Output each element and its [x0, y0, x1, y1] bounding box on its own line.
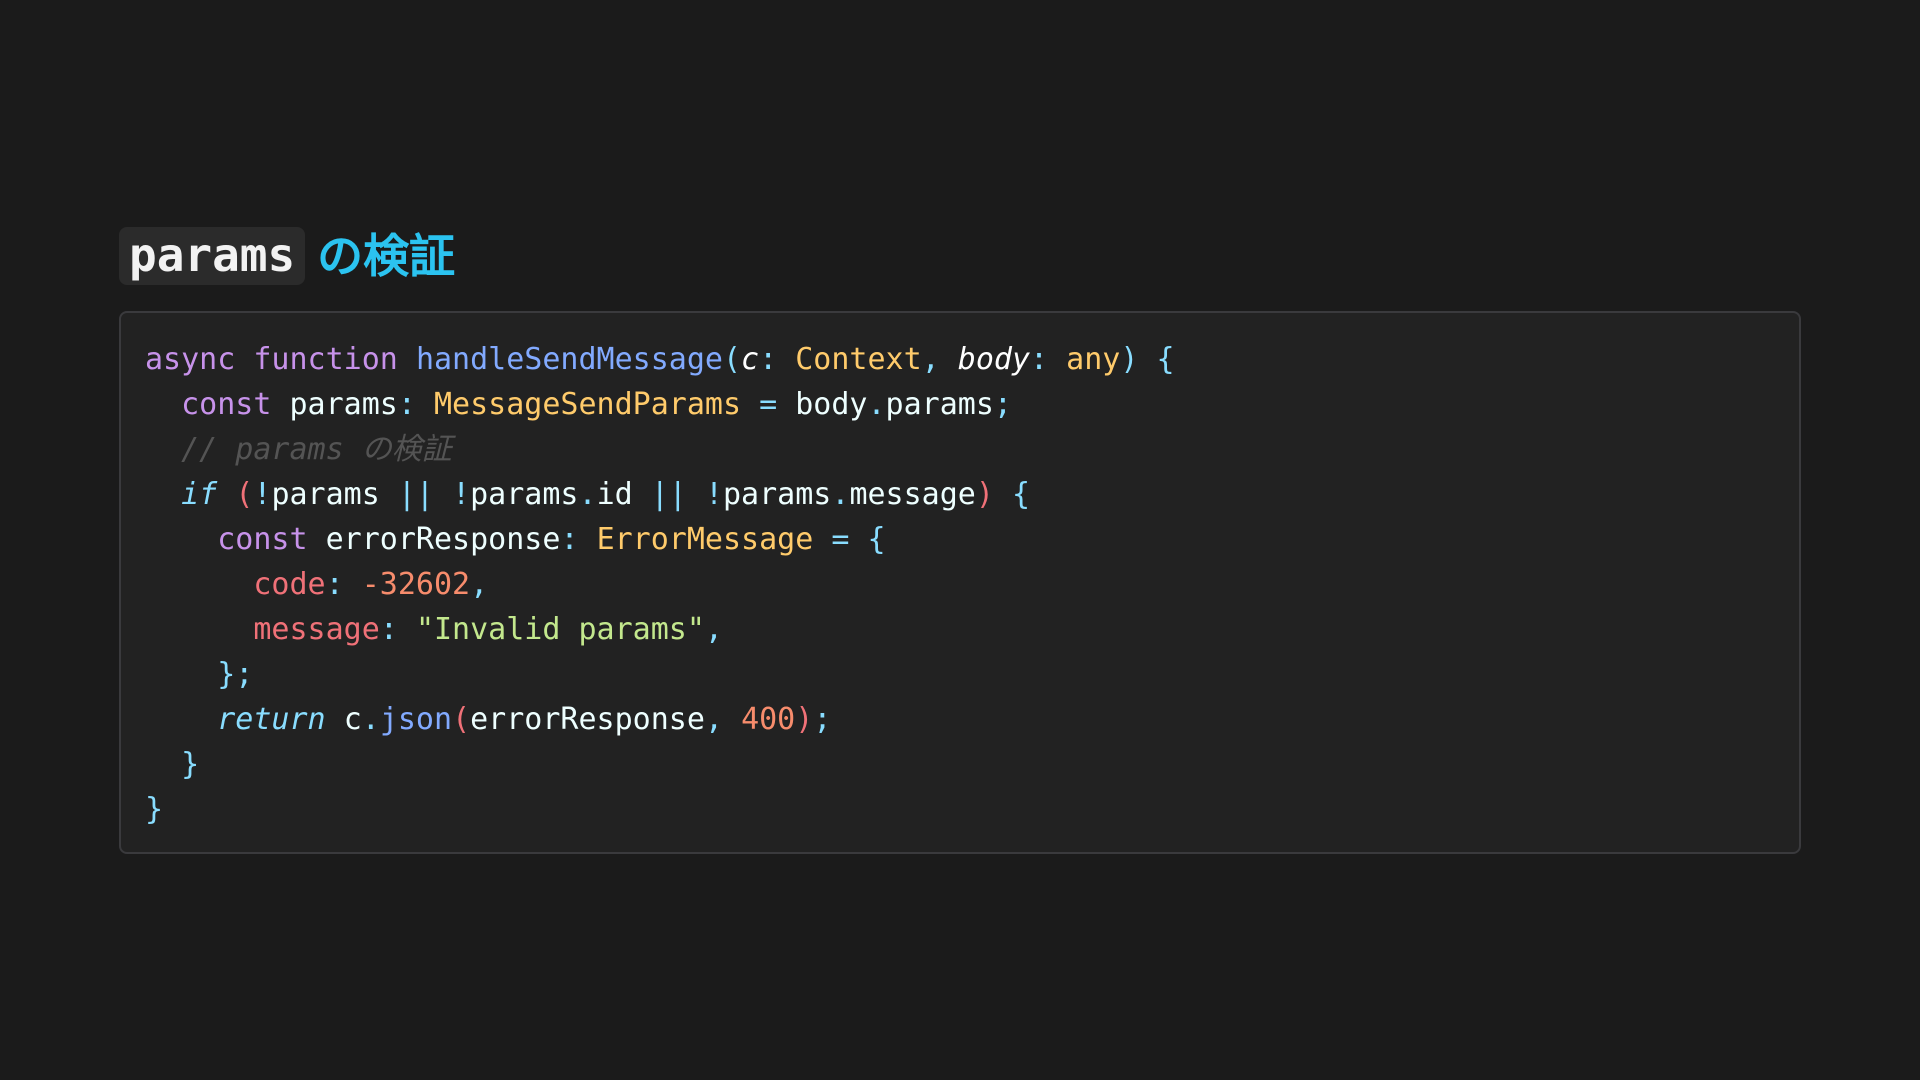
code-line-5: const errorResponse: ErrorMessage = { [145, 517, 1175, 562]
token-number: -32602 [361, 567, 471, 602]
token-operator: = [831, 522, 850, 557]
token-keyword: const [217, 522, 308, 557]
token-variable: params [723, 477, 832, 512]
token-variable: params [271, 477, 380, 512]
code-line-11: } [145, 787, 1175, 832]
code-line-10: } [145, 742, 1175, 787]
token-punct: : [560, 522, 579, 557]
token-variable: body [795, 387, 868, 422]
token-function-name: handleSendMessage [415, 342, 723, 377]
code-content: async function handleSendMessage(c: Cont… [145, 337, 1175, 832]
token-keyword-control: if [181, 477, 218, 512]
token-punct: , [921, 342, 940, 377]
token-punct: . [867, 387, 886, 422]
code-line-7: message: "Invalid params", [145, 607, 1175, 652]
token-comment: // params の検証 [181, 432, 452, 467]
token-paren: ) [795, 702, 814, 737]
token-punct: : [759, 342, 778, 377]
heading-code-term: params [119, 227, 306, 285]
token-operator: || [650, 477, 687, 512]
token-punct: : [325, 567, 344, 602]
token-paren: ) [975, 477, 994, 512]
token-punct: ; [813, 702, 832, 737]
token-string: "Invalid params" [415, 612, 705, 647]
slide-heading: params の検証 [119, 226, 455, 286]
token-param: c [741, 342, 760, 377]
token-variable: c [343, 702, 362, 737]
token-punct: . [831, 477, 850, 512]
token-property: id [596, 477, 633, 512]
token-operator: ! [253, 477, 272, 512]
token-punct: , [704, 612, 723, 647]
token-object-key: message [253, 612, 380, 647]
token-variable: params [289, 387, 398, 422]
code-line-3: // params の検証 [145, 427, 1175, 472]
token-punct: ) [1120, 342, 1139, 377]
token-operator: ! [704, 477, 723, 512]
token-property: message [849, 477, 976, 512]
code-line-1: async function handleSendMessage(c: Cont… [145, 337, 1175, 382]
token-punct: { [867, 522, 886, 557]
code-line-4: if (!params || !params.id || !params.mes… [145, 472, 1175, 517]
token-keyword-control: return [217, 702, 326, 737]
token-variable: errorResponse [325, 522, 561, 557]
token-operator: || [397, 477, 434, 512]
token-keyword: function [253, 342, 398, 377]
token-param: body [957, 342, 1031, 377]
slide: params の検証 async function handleSendMess… [0, 0, 1920, 1080]
token-paren: ( [452, 702, 471, 737]
heading-title-text: の検証 [317, 229, 456, 283]
token-punct: { [1012, 477, 1031, 512]
code-block: async function handleSendMessage(c: Cont… [119, 311, 1801, 854]
token-type: MessageSendParams [434, 387, 742, 422]
token-operator: ! [452, 477, 471, 512]
token-punct: ; [993, 387, 1012, 422]
token-type: any [1066, 342, 1121, 377]
token-punct: } [145, 792, 164, 827]
code-line-8: }; [145, 652, 1175, 697]
token-punct: : [379, 612, 398, 647]
token-property: params [885, 387, 994, 422]
token-object-key: code [253, 567, 326, 602]
token-type: Context [795, 342, 922, 377]
token-method: json [379, 702, 453, 737]
token-number: 400 [741, 702, 796, 737]
token-punct: } [181, 747, 200, 782]
code-line-9: return c.json(errorResponse, 400); [145, 697, 1175, 742]
token-variable: errorResponse [470, 702, 705, 737]
token-punct: : [1030, 342, 1049, 377]
token-punct: , [704, 702, 723, 737]
token-punct: , [470, 567, 489, 602]
token-punct: . [578, 477, 597, 512]
token-punct: { [1156, 342, 1175, 377]
token-keyword: const [181, 387, 272, 422]
token-type: ErrorMessage [596, 522, 814, 557]
token-variable: params [470, 477, 579, 512]
token-keyword: async [145, 342, 236, 377]
code-line-6: code: -32602, [145, 562, 1175, 607]
token-punct: . [361, 702, 380, 737]
code-line-2: const params: MessageSendParams = body.p… [145, 382, 1175, 427]
token-paren: ( [235, 477, 254, 512]
token-punct: ( [722, 342, 742, 377]
token-punct: }; [217, 657, 254, 692]
token-punct: : [397, 387, 416, 422]
token-operator: = [759, 387, 778, 422]
